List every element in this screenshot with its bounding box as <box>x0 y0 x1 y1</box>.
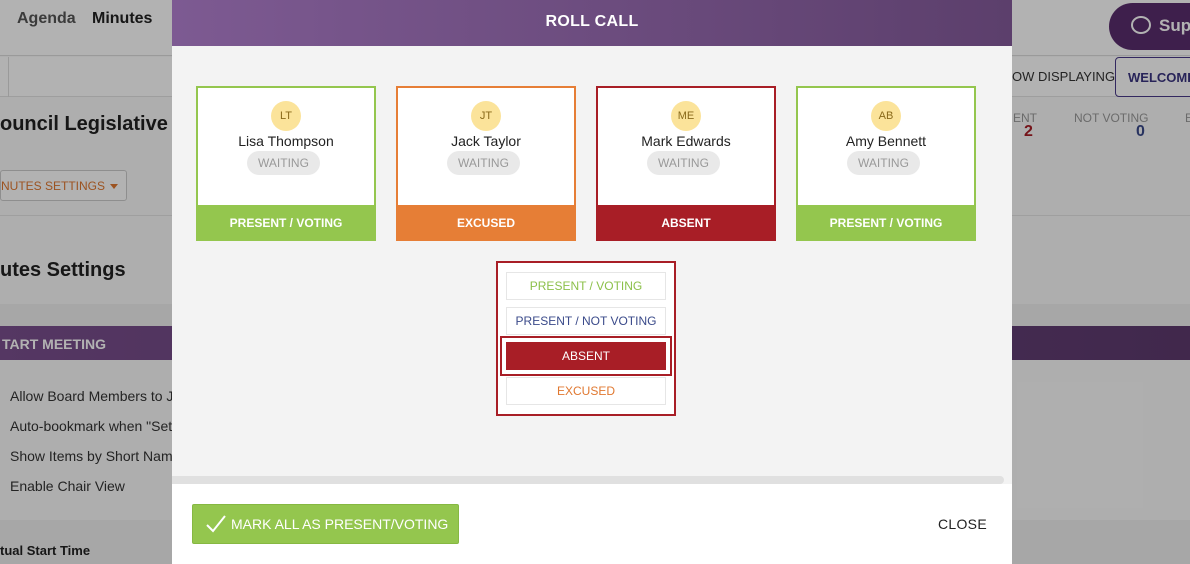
vote-status-button[interactable]: EXCUSED <box>396 205 576 241</box>
avatar: JT <box>471 101 501 131</box>
close-button[interactable]: CLOSE <box>938 516 987 532</box>
status-badge: WAITING <box>447 151 520 175</box>
option-absent[interactable]: ABSENT <box>506 342 666 370</box>
mark-all-present-button[interactable]: MARK ALL AS PRESENT/VOTING <box>192 504 459 544</box>
member-name: Amy Bennett <box>845 133 927 149</box>
avatar: ME <box>671 101 701 131</box>
status-badge: WAITING <box>247 151 320 175</box>
member-name: Lisa Thompson <box>238 133 334 149</box>
mark-all-label: MARK ALL AS PRESENT/VOTING <box>231 516 449 532</box>
member-name: Mark Edwards <box>641 133 731 149</box>
member-card[interactable]: AB Amy Bennett WAITING PRESENT / VOTING <box>796 86 976 241</box>
option-excused[interactable]: EXCUSED <box>506 377 666 405</box>
modal-title: ROLL CALL <box>172 0 1012 46</box>
vote-status-dropdown: PRESENT / VOTING PRESENT / NOT VOTING AB… <box>496 261 676 416</box>
member-card[interactable]: JT Jack Taylor WAITING EXCUSED <box>396 86 576 241</box>
horizontal-scrollbar[interactable] <box>172 476 1004 484</box>
member-name: Jack Taylor <box>451 133 521 149</box>
avatar: AB <box>871 101 901 131</box>
vote-status-button[interactable]: PRESENT / VOTING <box>796 205 976 241</box>
status-badge: WAITING <box>647 151 720 175</box>
status-badge: WAITING <box>847 151 920 175</box>
check-icon <box>206 515 226 533</box>
vote-status-button[interactable]: PRESENT / VOTING <box>196 205 376 241</box>
member-card[interactable]: ME Mark Edwards WAITING ABSENT <box>596 86 776 241</box>
option-present-not-voting[interactable]: PRESENT / NOT VOTING <box>506 307 666 335</box>
roll-call-modal: ROLL CALL LT Lisa Thompson WAITING PRESE… <box>172 0 1012 564</box>
modal-footer: MARK ALL AS PRESENT/VOTING CLOSE <box>172 484 1012 564</box>
member-card[interactable]: LT Lisa Thompson WAITING PRESENT / VOTIN… <box>196 86 376 241</box>
vote-status-button[interactable]: ABSENT <box>596 205 776 241</box>
avatar: LT <box>271 101 301 131</box>
option-present-voting[interactable]: PRESENT / VOTING <box>506 272 666 300</box>
